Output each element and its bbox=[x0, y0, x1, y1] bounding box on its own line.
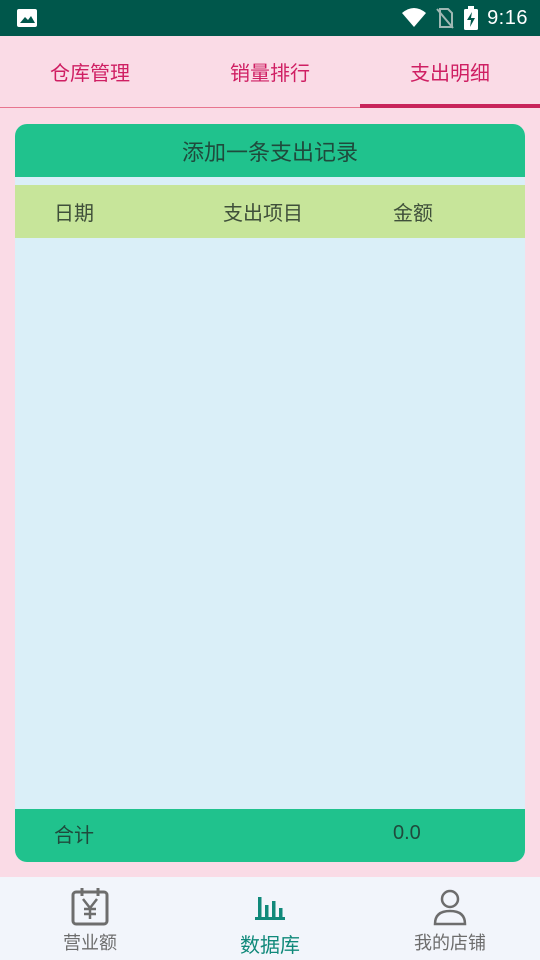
tab-sales-ranking[interactable]: 销量排行 bbox=[180, 36, 360, 107]
wifi-icon bbox=[402, 8, 427, 27]
tab-warehouse-management[interactable]: 仓库管理 bbox=[0, 36, 180, 107]
nav-item-my-store[interactable]: 我的店铺 bbox=[360, 877, 540, 960]
status-bar: 9:16 bbox=[0, 0, 540, 36]
bar-chart-icon bbox=[255, 897, 285, 920]
top-tab-bar: 仓库管理 销量排行 支出明细 bbox=[0, 36, 540, 108]
expense-list[interactable] bbox=[15, 238, 525, 809]
expense-card: 添加一条支出记录 日期 支出项目 金额 合计 0.0 bbox=[15, 124, 525, 862]
column-header-expense-item: 支出项目 bbox=[223, 201, 303, 225]
add-expense-button[interactable]: 添加一条支出记录 bbox=[15, 124, 525, 177]
nav-item-revenue[interactable]: 营业额 bbox=[0, 877, 180, 960]
nav-label-database: 数据库 bbox=[240, 933, 300, 957]
image-notification-icon bbox=[17, 9, 37, 27]
column-header-date: 日期 bbox=[54, 201, 94, 225]
calendar-yen-icon bbox=[71, 888, 109, 926]
bottom-nav: 营业额 数据库 我的店铺 bbox=[0, 877, 540, 960]
divider bbox=[15, 177, 525, 185]
column-header-amount: 金额 bbox=[393, 201, 433, 225]
status-time: 9:16 bbox=[487, 6, 528, 29]
nav-item-database[interactable]: 数据库 bbox=[180, 877, 360, 960]
table-header: 日期 支出项目 金额 bbox=[15, 185, 525, 238]
nav-label-my-store: 我的店铺 bbox=[414, 933, 486, 954]
no-sim-icon bbox=[436, 8, 454, 29]
total-label: 合计 bbox=[54, 822, 94, 847]
tab-expense-details[interactable]: 支出明细 bbox=[360, 36, 540, 108]
total-value: 0.0 bbox=[393, 821, 421, 844]
nav-label-revenue: 营业额 bbox=[63, 933, 117, 954]
person-icon bbox=[433, 889, 467, 926]
total-row: 合计 0.0 bbox=[15, 809, 525, 862]
battery-charging-icon bbox=[464, 6, 479, 30]
